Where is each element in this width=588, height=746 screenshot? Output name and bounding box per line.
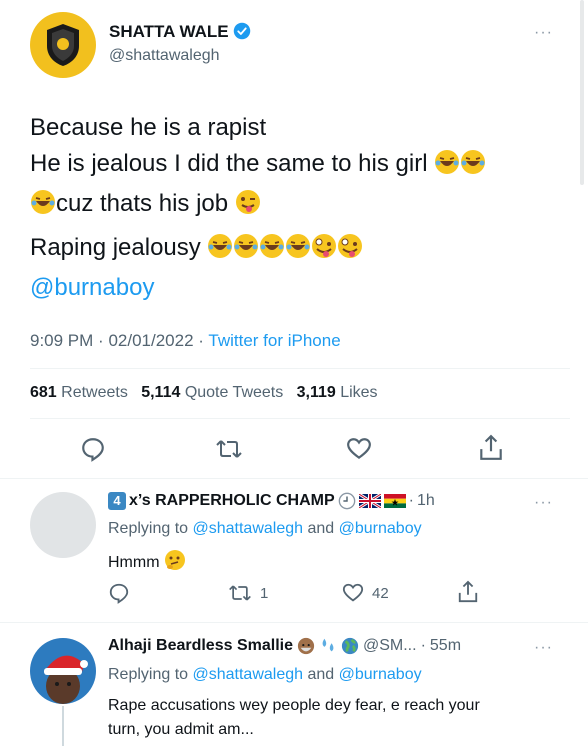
reply-time[interactable]: 1h [417,492,435,510]
crest-logo-icon [47,24,79,66]
like-icon [347,438,371,459]
laughing-emoji-icon [30,189,56,226]
retweet-button[interactable] [215,436,243,462]
reply-button[interactable] [108,582,130,604]
thinking-emoji-icon [164,549,186,576]
more-icon[interactable]: ··· [534,494,553,512]
tweet-source-link[interactable]: Twitter for iPhone [208,331,340,350]
share-icon [458,580,478,603]
tweet-stats: 681 Retweets 5,114 Quote Tweets 3,119 Li… [30,384,378,402]
author-avatar[interactable] [30,12,96,78]
divider [0,622,588,623]
mention-link[interactable]: @burnaboy [30,270,486,306]
ghana-flag-icon [383,494,406,508]
laughing-emoji-icon [434,149,460,186]
retweets-stat[interactable]: 681 Retweets [30,384,128,401]
like-count: 42 [372,584,389,602]
replying-to-link-1[interactable]: @shattawalegh [193,520,304,537]
clock-icon [338,492,355,510]
replying-to-link-2[interactable]: @burnaboy [339,666,422,683]
tweet-line-1: Because he is a rapist [30,114,267,141]
author-name[interactable]: SHATTA WALE [109,22,229,41]
laughing-emoji-icon [233,233,259,270]
sweat-droplets-icon [322,638,334,652]
share-button[interactable] [478,434,504,462]
globe-icon [341,637,359,655]
retweet-icon [229,585,251,601]
tweet-date[interactable]: 02/01/2022 [108,331,193,350]
retweet-count: 1 [260,584,269,602]
reply-time[interactable]: 55m [430,637,461,655]
reply-handle[interactable]: @SM... [363,637,417,655]
number-badge: 4 [108,492,126,510]
reply-text: Rape accusations wey people dey fear, e … [108,697,480,738]
quote-tweets-stat[interactable]: 5,114 Quote Tweets [141,384,283,401]
winking-tongue-emoji-icon [235,189,261,226]
more-icon[interactable]: ··· [534,24,553,42]
replying-to: Replying to @shattawalegh and @burnaboy [108,666,422,683]
zany-face-emoji-icon [337,233,363,270]
reply-author-name[interactable]: x’s RAPPERHOLIC CHAMP [129,492,335,510]
laughing-emoji-icon [460,149,486,186]
reply-icon [82,438,104,462]
like-icon [342,583,364,602]
uk-flag-icon [358,494,381,508]
verified-badge-icon [234,22,251,40]
reply-icon [109,583,129,604]
replying-to: Replying to @shattawalegh and @burnaboy [108,520,422,537]
reply-text: Hmmm [108,549,186,576]
reply-author-name[interactable]: Alhaji Beardless Smallie [108,637,293,655]
share-button[interactable] [457,580,479,604]
divider [30,418,570,419]
person-emoji-icon [297,637,315,655]
like-button[interactable] [345,436,373,462]
laughing-emoji-icon [207,233,233,270]
reply-avatar[interactable] [30,492,96,558]
scrollbar[interactable] [580,0,584,185]
divider [30,368,570,369]
laughing-emoji-icon [259,233,285,270]
more-icon[interactable]: ··· [534,639,553,657]
likes-stat[interactable]: 3,119 Likes [297,384,378,401]
tweet-line-4: Raping jealousy [30,230,486,270]
thread-line [62,706,64,746]
tweet-line-3: cuz thats his job [30,186,486,226]
retweet-icon [216,440,242,458]
tweet-time[interactable]: 9:09 PM [30,331,93,350]
divider [0,478,588,479]
person-santa-hat-icon [44,655,88,704]
tweet-line-2: He is jealous I did the same to his girl [30,146,486,186]
author-handle[interactable]: @shattawalegh [109,47,220,65]
replying-to-link-1[interactable]: @shattawalegh [193,666,304,683]
replying-to-link-2[interactable]: @burnaboy [339,520,422,537]
zany-face-emoji-icon [311,233,337,270]
like-button[interactable]: 42 [342,582,389,604]
share-icon [480,434,502,460]
reply-button[interactable] [80,436,106,462]
reply-avatar[interactable] [30,638,96,704]
laughing-emoji-icon [285,233,311,270]
retweet-button[interactable]: 1 [228,582,268,604]
tweet-text: Because he is a rapist He is jealous I d… [30,110,486,306]
